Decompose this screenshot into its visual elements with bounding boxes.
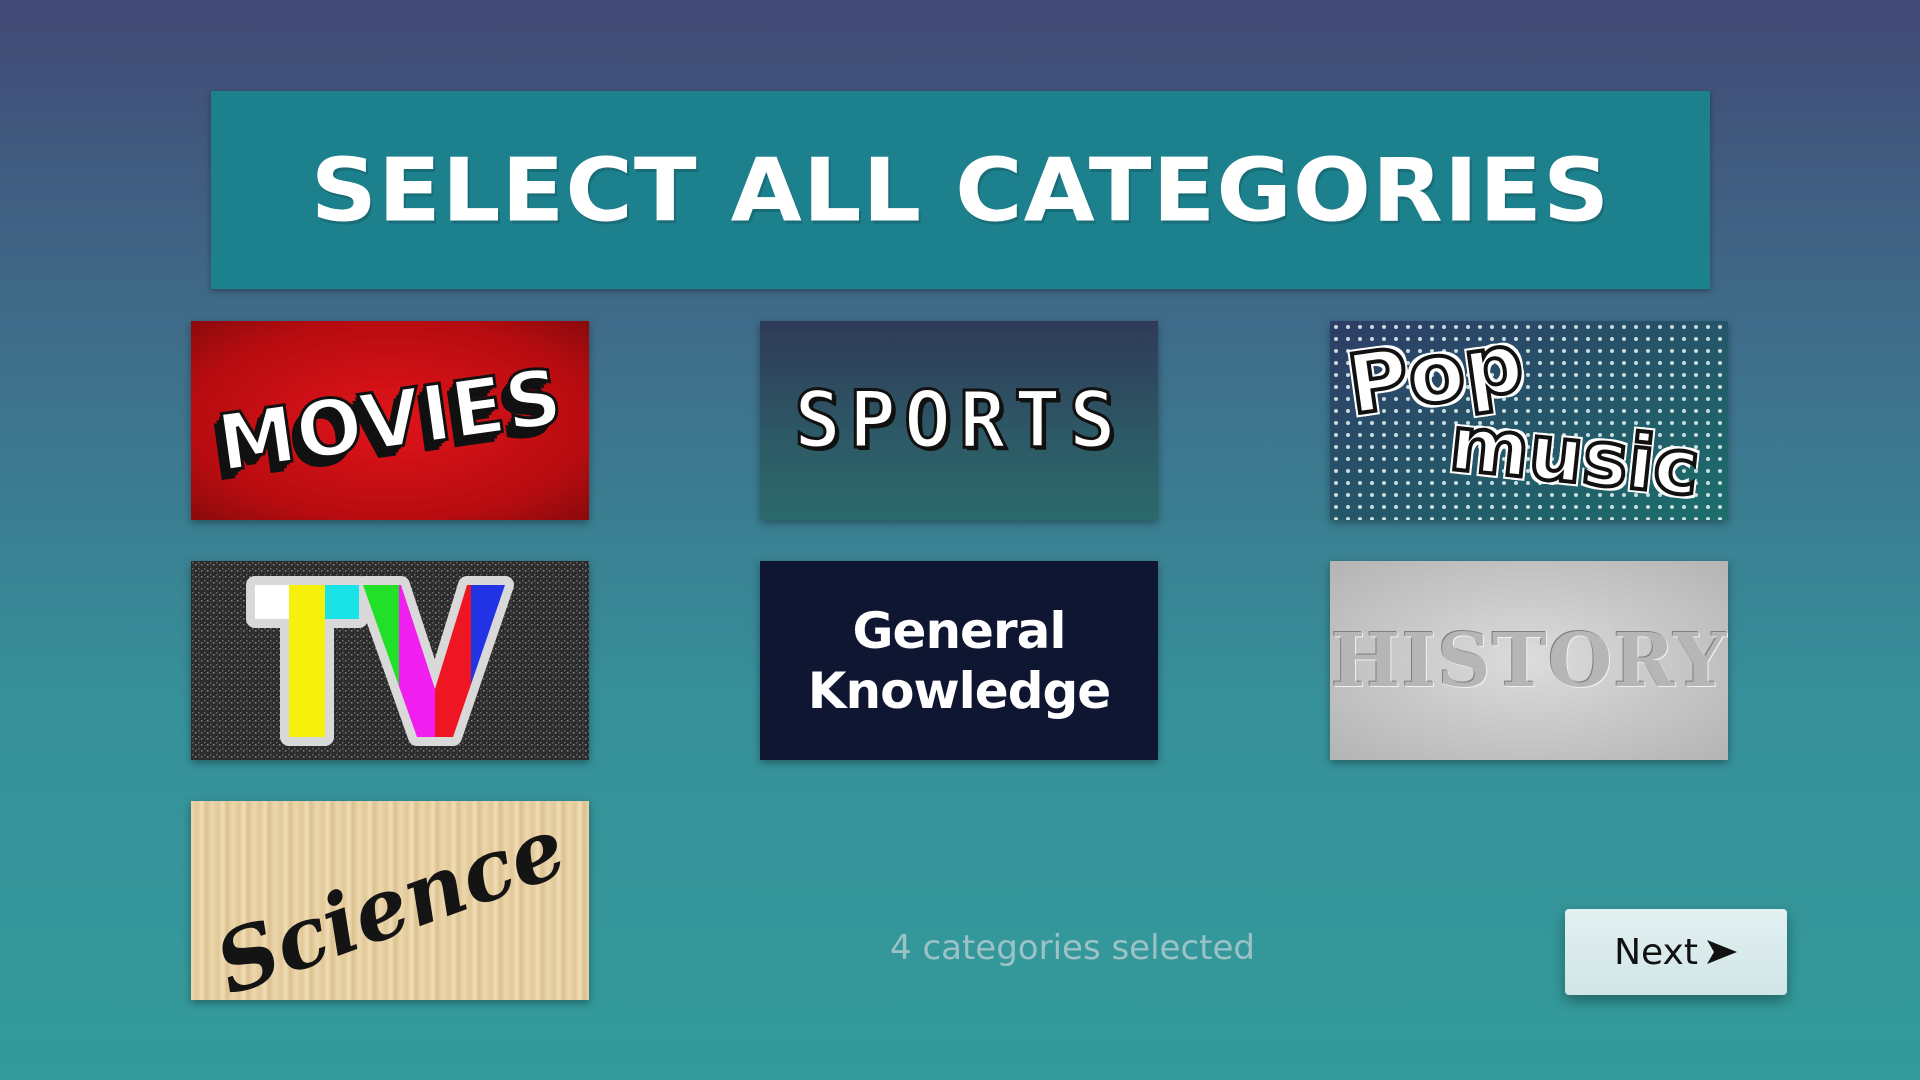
- tv-logo: [191, 561, 589, 760]
- title-banner: SELECT ALL CATEGORIES: [211, 91, 1710, 289]
- category-label-science: Science: [202, 801, 578, 1000]
- category-tile-sports[interactable]: SPORTS: [760, 321, 1158, 520]
- category-tile-pop-music[interactable]: Pop music: [1330, 321, 1728, 520]
- category-label-sports: SPORTS: [793, 374, 1124, 467]
- next-button-label: Next: [1614, 931, 1698, 973]
- category-tile-history[interactable]: HISTORY: [1330, 561, 1728, 760]
- category-tile-science[interactable]: Science: [191, 801, 589, 1000]
- category-label-history: HISTORY: [1330, 617, 1728, 704]
- next-button[interactable]: Next: [1565, 909, 1787, 995]
- category-tile-general-knowledge[interactable]: General Knowledge: [760, 561, 1158, 760]
- category-label-general: General: [852, 601, 1067, 660]
- category-tile-tv[interactable]: TV: [191, 561, 589, 760]
- category-tile-movies[interactable]: MOVIES: [191, 321, 589, 520]
- page-title: SELECT ALL CATEGORIES: [310, 139, 1611, 241]
- selection-count-text: 4 categories selected: [890, 928, 1255, 968]
- category-label-knowledge: Knowledge: [807, 661, 1111, 720]
- category-label-movies: MOVIES: [211, 350, 570, 490]
- arrow-right-icon: [1706, 940, 1737, 964]
